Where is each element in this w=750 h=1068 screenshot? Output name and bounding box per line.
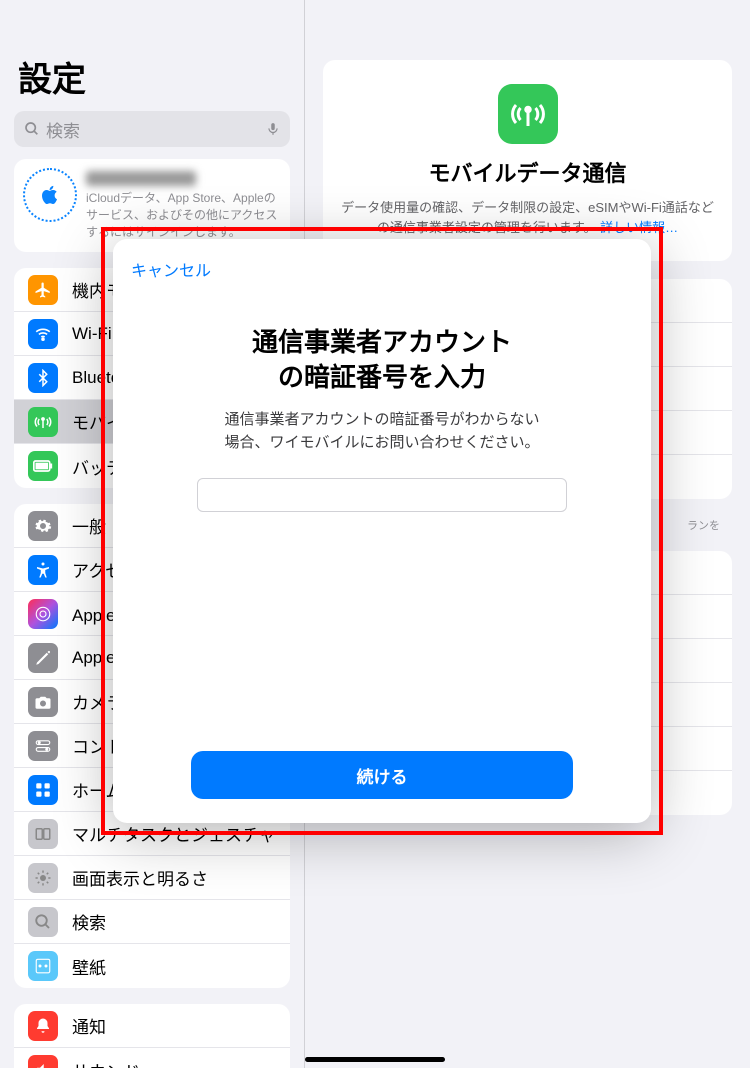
mobile-data-desc: データ使用量の確認、データ制限の設定、eSIMやWi-Fi通話などの通信事業者設… xyxy=(341,198,714,237)
apple-card-desc: iCloudデータ、App Store、Appleのサービス、およびその他にアク… xyxy=(86,190,278,240)
pin-input[interactable] xyxy=(197,478,567,512)
wifi-icon xyxy=(28,319,58,349)
continue-button[interactable]: 続ける xyxy=(191,751,573,799)
antenna-icon xyxy=(28,407,58,437)
antenna-icon xyxy=(498,84,558,144)
modal-subtitle: 通信事業者アカウントの暗証番号がわからない 場合、ワイモバイルにお問い合わせくだ… xyxy=(224,409,539,454)
pencil-icon xyxy=(28,643,58,673)
search-icon xyxy=(28,907,58,937)
sidebar-item[interactable]: サウンド xyxy=(14,1048,290,1068)
sidebar-item[interactable]: 検索 xyxy=(14,900,290,944)
gear-icon xyxy=(28,511,58,541)
search-icon xyxy=(24,121,40,137)
settings-title: 設定 xyxy=(0,0,304,111)
ai-icon xyxy=(28,599,58,629)
wallpaper-icon xyxy=(28,951,58,981)
sidebar-item[interactable]: 通知 xyxy=(14,1004,290,1048)
search-placeholder: 検索 xyxy=(46,117,266,142)
search-input[interactable]: 検索 xyxy=(14,111,290,147)
modal-title: 通信事業者アカウント の暗証番号を入力 xyxy=(252,325,512,395)
airplane-icon xyxy=(28,275,58,305)
accessibility-icon xyxy=(28,555,58,585)
sidebar-item-label: 画面表示と明るさ xyxy=(72,865,208,890)
sidebar-item[interactable]: 画面表示と明るさ xyxy=(14,856,290,900)
bluetooth-icon xyxy=(28,363,58,393)
switches-icon xyxy=(28,731,58,761)
cancel-button[interactable]: キャンセル xyxy=(131,257,633,281)
sidebar-item-label: 検索 xyxy=(72,909,106,934)
sidebar-group: 通知サウンド xyxy=(14,1004,290,1068)
sidebar-item[interactable]: 壁紙 xyxy=(14,944,290,988)
more-info-link[interactable]: 詳しい情報… xyxy=(600,220,678,235)
battery-icon xyxy=(28,451,58,481)
sidebar-item-label: 通知 xyxy=(72,1013,106,1038)
mobile-data-heading: モバイルデータ通信 xyxy=(341,156,714,188)
apple-logo-icon xyxy=(26,171,74,219)
multitask-icon xyxy=(28,819,58,849)
mic-icon[interactable] xyxy=(266,120,280,138)
sidebar-item-label: 一般 xyxy=(72,513,106,538)
bell-icon xyxy=(28,1011,58,1041)
camera-icon xyxy=(28,687,58,717)
grid-icon xyxy=(28,775,58,805)
sidebar-item-label: Wi-Fi xyxy=(72,324,112,344)
sidebar-item-label: 壁紙 xyxy=(72,954,106,979)
sidebar-item-label: サウンド xyxy=(72,1058,140,1068)
account-name-blurred xyxy=(86,171,196,186)
home-indicator[interactable] xyxy=(305,1057,445,1062)
sound-icon xyxy=(28,1055,58,1068)
sidebar-item-label: マルチタスクとジェスチャ xyxy=(72,821,276,846)
brightness-icon xyxy=(28,863,58,893)
mobile-data-card: モバイルデータ通信 データ使用量の確認、データ制限の設定、eSIMやWi-Fi通… xyxy=(323,60,732,261)
pin-modal: キャンセル 通信事業者アカウント の暗証番号を入力 通信事業者アカウントの暗証番… xyxy=(113,239,651,823)
